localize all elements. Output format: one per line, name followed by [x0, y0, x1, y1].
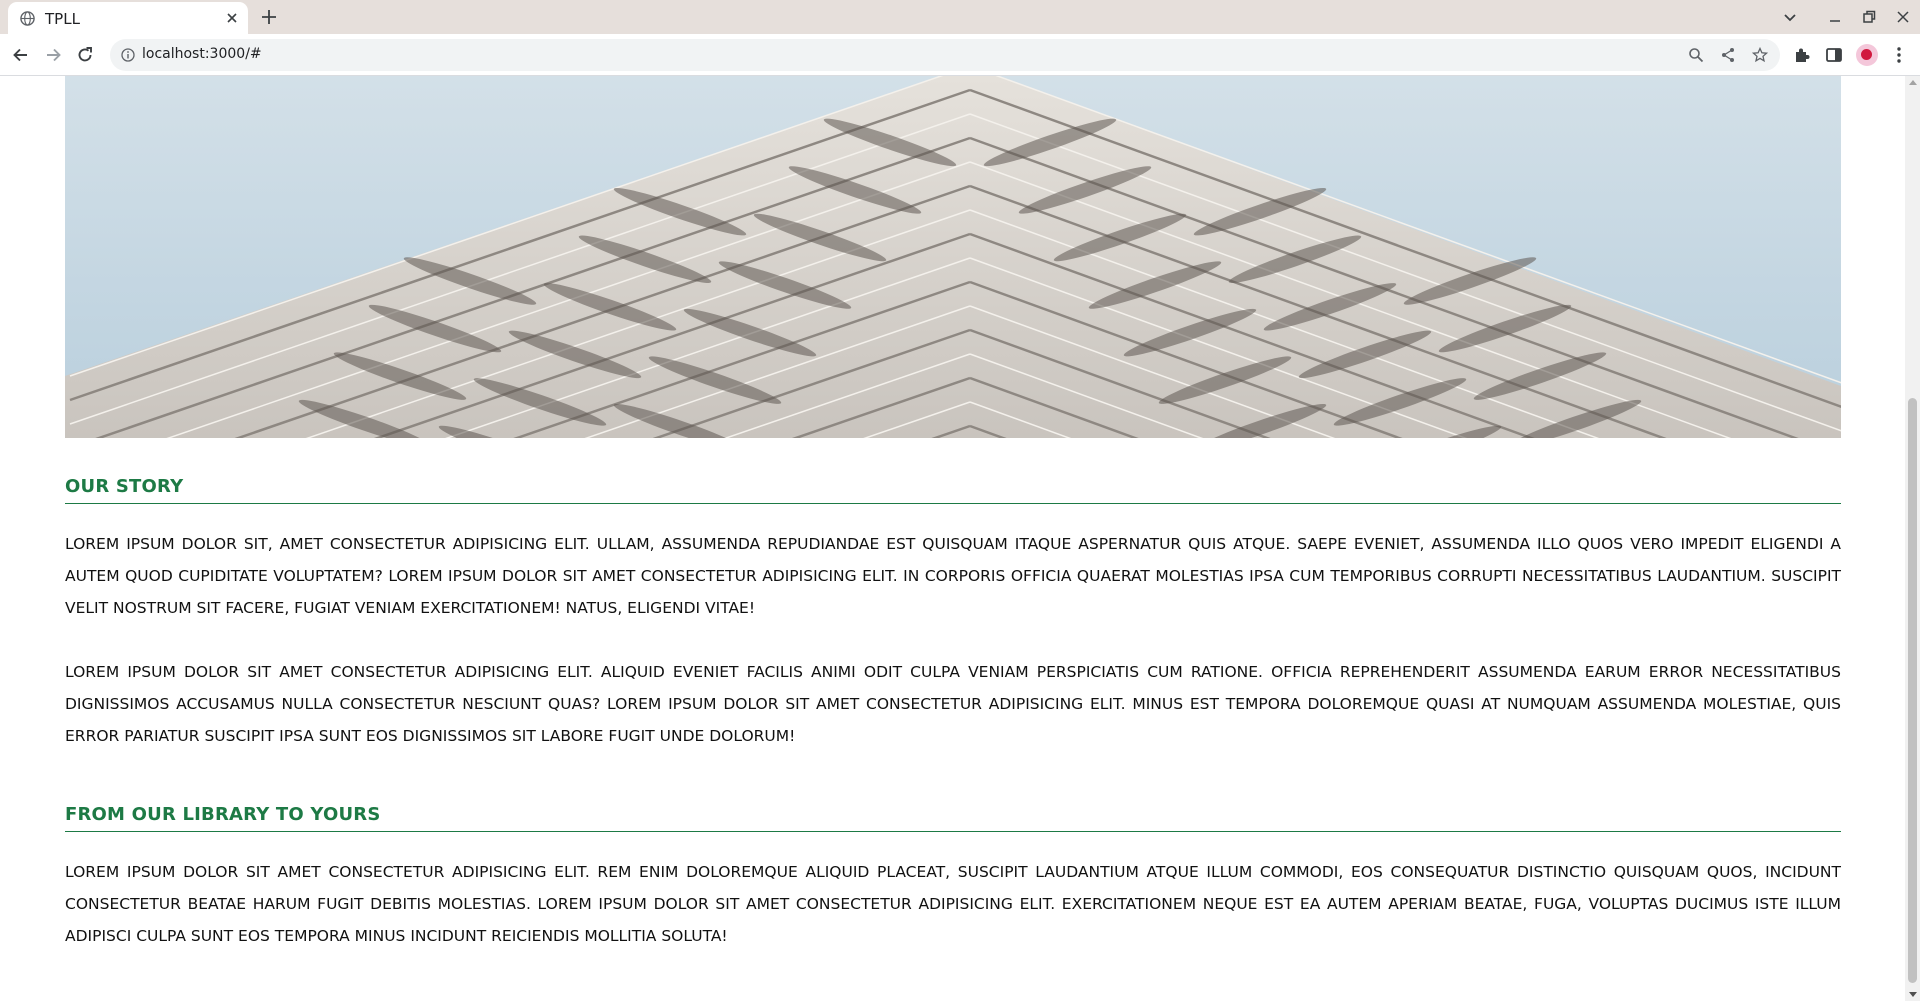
tab-title: TPLL — [45, 10, 80, 28]
browser-tab[interactable]: TPLL — [8, 2, 248, 34]
forward-arrow-icon[interactable] — [43, 45, 63, 65]
vertical-scrollbar[interactable] — [1905, 76, 1920, 1001]
url-text[interactable]: localhost:3000/# — [142, 46, 262, 62]
puzzle-icon[interactable] — [1792, 45, 1812, 65]
page-content: OUR STORY Lorem ipsum dolor sit, amet co… — [65, 76, 1841, 952]
building-facade-image — [65, 76, 1841, 438]
hero-image — [65, 76, 1841, 438]
close-icon[interactable] — [224, 10, 240, 26]
back-arrow-icon[interactable] — [11, 45, 31, 65]
chevron-down-icon[interactable] — [1782, 9, 1798, 25]
plus-icon[interactable] — [260, 8, 278, 26]
section-title-library: FROM OUR LIBRARY TO YOURS — [65, 804, 1841, 832]
share-icon[interactable] — [1720, 47, 1736, 63]
restore-icon[interactable] — [1860, 8, 1878, 26]
story-paragraph-2: Lorem ipsum dolor sit amet consectetur a… — [65, 663, 1841, 745]
scroll-up-arrow-icon[interactable] — [1909, 80, 1917, 85]
library-paragraph-1: Lorem ipsum dolor sit amet consectetur a… — [65, 863, 1841, 945]
section-title-our-story: OUR STORY — [65, 476, 1841, 504]
minimize-icon[interactable] — [1826, 8, 1844, 26]
scroll-down-arrow-icon[interactable] — [1909, 992, 1917, 997]
tab-strip: TPLL — [0, 0, 1920, 34]
story-paragraph-1: Lorem ipsum dolor sit, amet consectetur … — [65, 535, 1841, 617]
kebab-menu-icon[interactable] — [1889, 45, 1909, 65]
avatar[interactable] — [1856, 44, 1878, 66]
side-panel-icon[interactable] — [1824, 45, 1844, 65]
info-icon[interactable] — [121, 48, 135, 62]
scrollbar-thumb[interactable] — [1908, 398, 1917, 983]
address-bar[interactable]: localhost:3000/# — [110, 39, 1780, 71]
reload-icon[interactable] — [75, 45, 95, 65]
page-viewport: OUR STORY Lorem ipsum dolor sit, amet co… — [0, 76, 1920, 1001]
globe-icon — [20, 11, 35, 26]
star-icon[interactable] — [1752, 47, 1768, 63]
magnifier-icon[interactable] — [1688, 47, 1704, 63]
close-window-icon[interactable] — [1894, 8, 1912, 26]
browser-toolbar: localhost:3000/# — [0, 34, 1920, 76]
